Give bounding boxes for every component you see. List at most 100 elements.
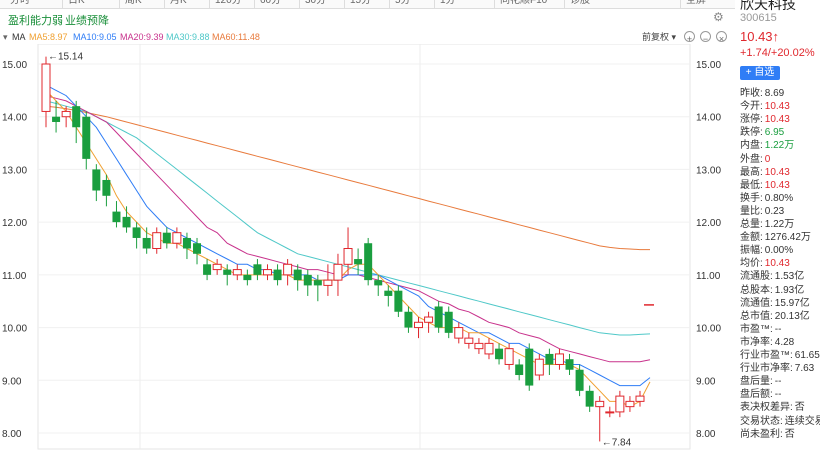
- quote-row: 流通值: 15.97亿: [740, 298, 810, 310]
- quote-row: 金额: 1276.42万: [740, 232, 811, 244]
- tab-8[interactable]: 5分: [395, 0, 411, 8]
- candle-body: [142, 237, 151, 249]
- candle-body: [92, 169, 101, 191]
- candle-body: [182, 237, 191, 249]
- quote-label: 外盘:: [740, 153, 763, 165]
- tab-7[interactable]: 15分: [350, 0, 371, 8]
- candle-body: [193, 243, 202, 254]
- profitability-weak-link[interactable]: 盈利能力弱: [8, 12, 63, 28]
- y-tick-label-left: 12.00: [2, 218, 27, 229]
- candle-body: [384, 290, 393, 296]
- current-price: 10.43↑: [740, 29, 780, 44]
- settings-gear-icon[interactable]: ⚙: [713, 11, 725, 23]
- quote-label: 内盘:: [740, 140, 763, 152]
- candle-body: [212, 263, 222, 271]
- minus-indicator-icon[interactable]: −: [700, 31, 711, 44]
- quote-panel: 欣天科技 300615 10.43↑ +1.74/+20.02% + 自选 昨收…: [735, 0, 820, 460]
- y-tick-label-left: 8.00: [2, 429, 22, 440]
- collapse-chevron-icon[interactable]: ▾: [3, 30, 8, 44]
- quote-label: 总股本:: [740, 284, 773, 296]
- candle-body: [293, 269, 302, 281]
- candle-body: [414, 321, 424, 329]
- quote-row: 盘后量: --: [740, 376, 781, 388]
- tab-separator: [209, 0, 210, 8]
- tab-12[interactable]: 全屏: [686, 0, 706, 8]
- adjust-type-dropdown[interactable]: 前复权 ▾: [642, 30, 676, 44]
- quote-value: 0.80%: [764, 192, 794, 204]
- quote-value: 1.53亿: [774, 271, 805, 283]
- y-tick-label-right: 14.00: [696, 113, 721, 124]
- ma10-legend: MA10:9.05: [73, 32, 117, 42]
- candle-body: [203, 264, 212, 275]
- quote-label: 均价:: [740, 258, 763, 270]
- candle-body: [283, 263, 293, 276]
- y-tick-label-right: 15.00: [696, 60, 721, 71]
- candle-body: [52, 116, 61, 122]
- quote-value: 10.43: [764, 258, 790, 270]
- candle-body: [354, 259, 363, 265]
- ma30-line: [45, 100, 651, 336]
- quote-value: 10.43: [764, 114, 790, 126]
- tab-separator: [564, 0, 565, 8]
- add-indicator-icon[interactable]: +: [684, 31, 695, 44]
- quote-label: 流通股:: [740, 271, 773, 283]
- quote-label: 流通值:: [740, 297, 773, 309]
- tab-separator: [680, 0, 681, 8]
- tab-6[interactable]: 30分: [305, 0, 326, 8]
- tab-3[interactable]: 月K: [170, 0, 187, 8]
- quote-label: 昨收:: [740, 88, 763, 99]
- candle-body: [565, 359, 574, 370]
- tab-2[interactable]: 周K: [125, 0, 142, 8]
- close-indicator-icon[interactable]: ×: [716, 31, 727, 44]
- kline-chart[interactable]: 8.00 8.00 9.00 9.00 10.00 10.00 11.00 11.00 12.0…: [0, 43, 735, 460]
- low-price-label: ←7.84: [602, 437, 632, 448]
- quote-row: 总市值: 20.13亿: [740, 311, 810, 323]
- stock-name: 欣天科技: [740, 0, 796, 12]
- tab-4[interactable]: 120分: [215, 0, 242, 8]
- price-change: +1.74/+20.02%: [740, 47, 815, 59]
- tab-9[interactable]: 1分: [440, 0, 456, 8]
- quote-label: 盘后量:: [740, 376, 773, 388]
- tab-separator: [344, 0, 345, 8]
- quote-value: 0.00%: [764, 245, 794, 257]
- tab-separator: [164, 0, 165, 8]
- candle-body: [323, 279, 333, 286]
- candle-body: [605, 411, 615, 414]
- quote-label: 总市值:: [740, 310, 773, 322]
- quote-row: 市盈™: --: [740, 324, 781, 336]
- quote-value: 否: [784, 428, 795, 440]
- quote-row: 内盘: 1.22万: [740, 140, 794, 152]
- candle-body: [515, 364, 524, 376]
- candle-body: [545, 353, 554, 365]
- quote-row: 量比: 0.23: [740, 206, 784, 218]
- candle-body: [262, 269, 272, 276]
- quote-row: 总量: 1.22万: [740, 219, 794, 231]
- y-tick-label-left: 15.00: [2, 60, 27, 71]
- quote-row: 行业市净率: 7.63: [740, 363, 814, 375]
- tab-10[interactable]: 同花顺F10: [500, 0, 547, 8]
- candle-body: [102, 179, 111, 196]
- quote-label: 行业市盈™:: [740, 350, 793, 361]
- candle-body: [575, 369, 584, 391]
- quote-label: 行业市净率:: [740, 363, 793, 375]
- earnings-decline-link[interactable]: 业绩预降: [65, 12, 109, 28]
- candle-body: [162, 232, 171, 244]
- quote-row: 昨收: 8.69: [740, 88, 784, 100]
- tab-11[interactable]: 诊股: [570, 0, 590, 8]
- add-watchlist-button[interactable]: + 自选: [740, 66, 780, 80]
- quote-row: 均价: 10.43: [740, 258, 790, 270]
- tab-1[interactable]: 日K: [68, 0, 85, 8]
- quote-value: --: [774, 389, 782, 401]
- candle-body: [303, 274, 312, 286]
- quote-row: 市净率: 4.28: [740, 337, 794, 349]
- tab-separator: [434, 0, 435, 8]
- quote-row: 振幅: 0.00%: [740, 245, 793, 257]
- tab-0[interactable]: 分时: [10, 0, 30, 8]
- quote-label: 最高:: [740, 166, 763, 178]
- quote-value: 0.23: [764, 205, 785, 217]
- candle-body: [615, 395, 625, 413]
- quote-row: 最高: 10.43: [740, 167, 790, 179]
- quote-label: 今开:: [740, 101, 763, 113]
- kline-chart-area[interactable]: 8.00 8.00 9.00 9.00 10.00 10.00 11.00 11.00 12.0…: [0, 43, 735, 460]
- tab-5[interactable]: 60分: [260, 0, 281, 8]
